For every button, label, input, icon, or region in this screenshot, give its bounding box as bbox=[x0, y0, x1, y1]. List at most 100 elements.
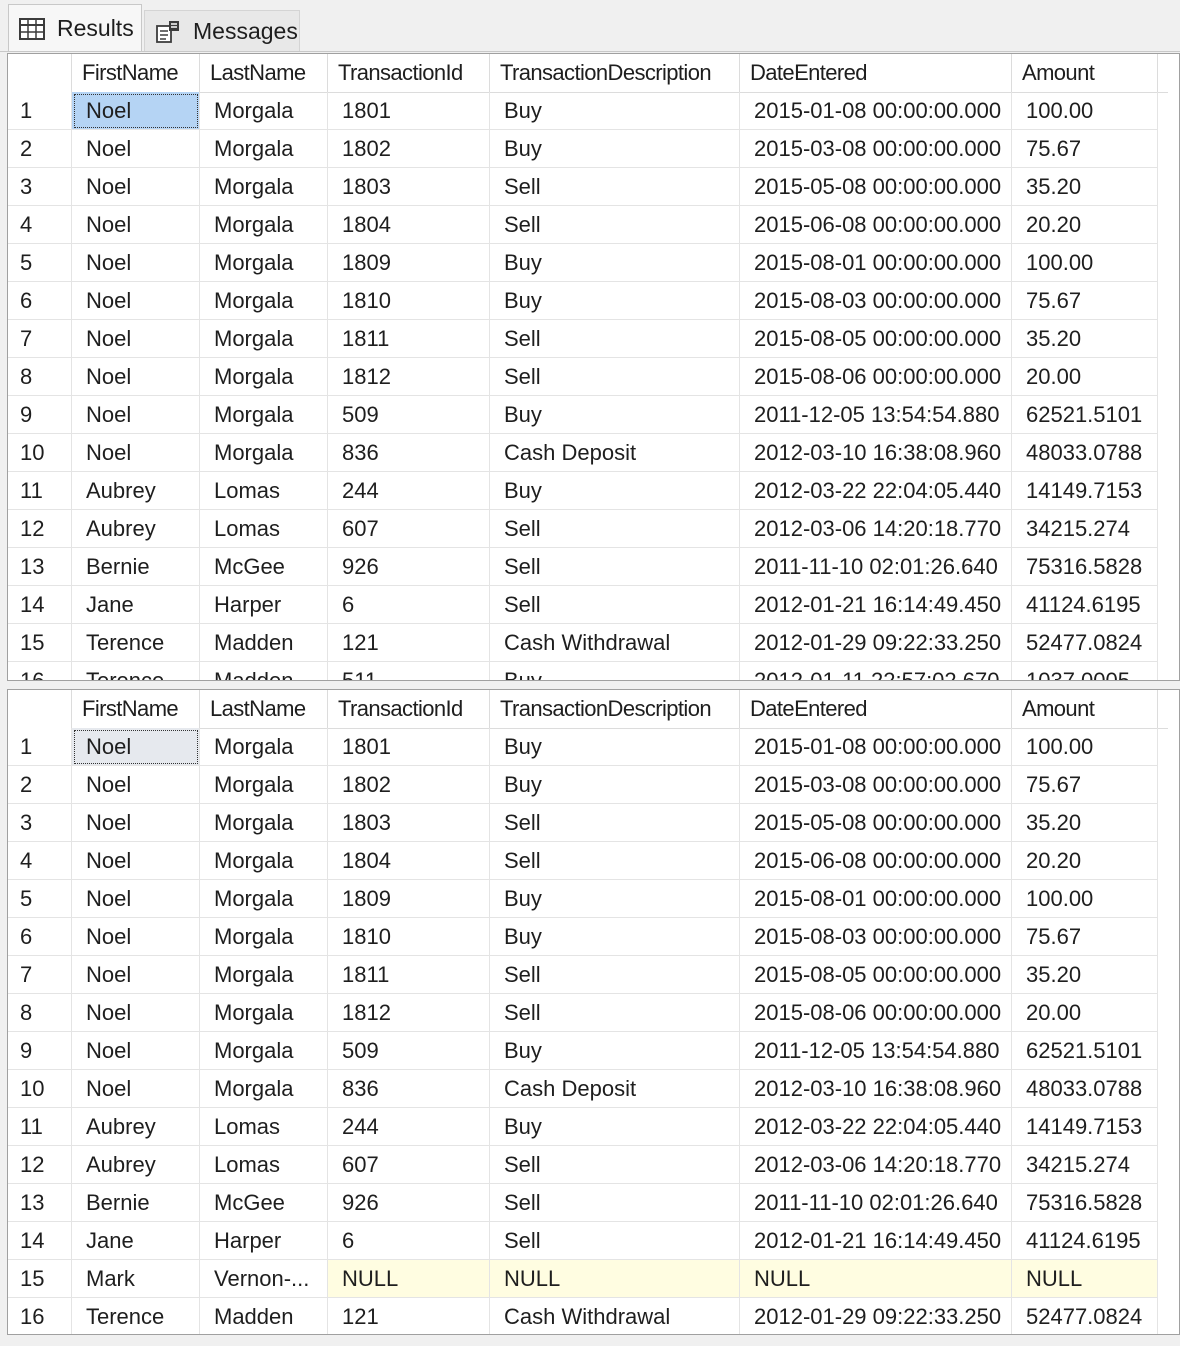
first-name-cell[interactable]: Noel bbox=[72, 320, 200, 358]
last-name-cell[interactable]: Morgala bbox=[200, 358, 328, 396]
last-name-cell[interactable]: Lomas bbox=[200, 510, 328, 548]
table-row[interactable]: 15 Terence Madden 121 Cash Withdrawal 2012-01… bbox=[8, 624, 1158, 662]
transaction-description-cell[interactable]: Buy bbox=[490, 396, 740, 434]
row-number-cell[interactable]: 13 bbox=[8, 1184, 72, 1222]
transaction-description-header[interactable]: TransactionDescription bbox=[490, 690, 740, 728]
table-row[interactable]: 4 Noel Morgala 1804 Sell 2015-06-08 00:00:00.… bbox=[8, 206, 1158, 244]
transaction-id-cell[interactable]: 244 bbox=[328, 472, 490, 510]
table-row[interactable]: 1 Noel Morgala 1801 Buy 2015-01-08 00:00:00.0… bbox=[8, 92, 1158, 130]
table-row[interactable]: 6 Noel Morgala 1810 Buy 2015-08-03 00:00:00.0… bbox=[8, 282, 1158, 320]
date-entered-cell[interactable]: 2012-01-21 16:14:49.450 bbox=[740, 1222, 1012, 1260]
amount-cell[interactable]: 100.00 bbox=[1012, 880, 1158, 918]
amount-cell[interactable]: NULL bbox=[1012, 1260, 1158, 1298]
transaction-description-cell[interactable]: NULL bbox=[490, 1260, 740, 1298]
last-name-cell[interactable]: Vernon-... bbox=[200, 1260, 328, 1298]
transaction-id-cell[interactable]: 1809 bbox=[328, 244, 490, 282]
date-entered-cell[interactable]: 2011-12-05 13:54:54.880 bbox=[740, 396, 1012, 434]
row-number-cell[interactable]: 12 bbox=[8, 1146, 72, 1184]
date-entered-cell[interactable]: 2015-08-03 00:00:00.000 bbox=[740, 282, 1012, 320]
date-entered-cell[interactable]: 2012-03-10 16:38:08.960 bbox=[740, 1070, 1012, 1108]
transaction-id-cell[interactable]: NULL bbox=[328, 1260, 490, 1298]
last-name-cell[interactable]: Morgala bbox=[200, 434, 328, 472]
last-name-cell[interactable]: Madden bbox=[200, 662, 328, 680]
row-number-cell[interactable]: 15 bbox=[8, 1260, 72, 1298]
last-name-cell[interactable]: Morgala bbox=[200, 92, 328, 130]
first-name-cell[interactable]: Noel bbox=[72, 728, 200, 766]
last-name-cell[interactable]: McGee bbox=[200, 548, 328, 586]
date-entered-cell[interactable]: NULL bbox=[740, 1260, 1012, 1298]
table-row[interactable]: 3 Noel Morgala 1803 Sell 2015-05-08 00:00:00.… bbox=[8, 168, 1158, 206]
row-number-cell[interactable]: 11 bbox=[8, 1108, 72, 1146]
transaction-id-header[interactable]: TransactionId bbox=[328, 54, 490, 92]
table-row[interactable]: 12 Aubrey Lomas 607 Sell 2012-03-06 14:20:18.… bbox=[8, 510, 1158, 548]
first-name-cell[interactable]: Aubrey bbox=[72, 510, 200, 548]
amount-cell[interactable]: 20.00 bbox=[1012, 994, 1158, 1032]
row-number-cell[interactable]: 1 bbox=[8, 728, 72, 766]
last-name-cell[interactable]: Morgala bbox=[200, 1032, 328, 1070]
transaction-id-cell[interactable]: 1810 bbox=[328, 282, 490, 320]
last-name-cell[interactable]: Morgala bbox=[200, 766, 328, 804]
amount-cell[interactable]: 35.20 bbox=[1012, 956, 1158, 994]
transaction-id-cell[interactable]: 1801 bbox=[328, 728, 490, 766]
first-name-cell[interactable]: Terence bbox=[72, 1298, 200, 1334]
amount-cell[interactable]: 14149.7153 bbox=[1012, 1108, 1158, 1146]
row-number-cell[interactable]: 5 bbox=[8, 244, 72, 282]
row-number-cell[interactable]: 2 bbox=[8, 766, 72, 804]
first-name-cell[interactable]: Noel bbox=[72, 130, 200, 168]
last-name-cell[interactable]: Morgala bbox=[200, 880, 328, 918]
results-grid-1[interactable]: FirstName LastName TransactionId Transactio… bbox=[7, 53, 1180, 681]
table-row[interactable]: 16 Terence Madden 511 Buy 2012-01-11 22:57:02… bbox=[8, 662, 1158, 680]
transaction-id-cell[interactable]: 926 bbox=[328, 548, 490, 586]
transaction-id-cell[interactable]: 121 bbox=[328, 624, 490, 662]
table-row[interactable]: 5 Noel Morgala 1809 Buy 2015-08-01 00:00:00.0… bbox=[8, 880, 1158, 918]
transaction-id-header[interactable]: TransactionId bbox=[328, 690, 490, 728]
table-row[interactable]: 12 Aubrey Lomas 607 Sell 2012-03-06 14:20:18.… bbox=[8, 1146, 1158, 1184]
transaction-description-cell[interactable]: Buy bbox=[490, 244, 740, 282]
amount-cell[interactable]: 14149.7153 bbox=[1012, 472, 1158, 510]
amount-cell[interactable]: 34215.274 bbox=[1012, 510, 1158, 548]
first-name-cell[interactable]: Noel bbox=[72, 956, 200, 994]
date-entered-cell[interactable]: 2015-05-08 00:00:00.000 bbox=[740, 168, 1012, 206]
table-row[interactable]: 8 Noel Morgala 1812 Sell 2015-08-06 00:00:00.… bbox=[8, 358, 1158, 396]
first-name-cell[interactable]: Noel bbox=[72, 918, 200, 956]
transaction-id-cell[interactable]: 6 bbox=[328, 1222, 490, 1260]
tab-messages[interactable]: Messages bbox=[144, 10, 300, 52]
first-name-cell[interactable]: Noel bbox=[72, 358, 200, 396]
transaction-id-cell[interactable]: 509 bbox=[328, 396, 490, 434]
first-name-cell[interactable]: Jane bbox=[72, 1222, 200, 1260]
row-number-cell[interactable]: 16 bbox=[8, 662, 72, 680]
transaction-id-cell[interactable]: 1802 bbox=[328, 766, 490, 804]
table-row[interactable]: 10 Noel Morgala 836 Cash Deposit 2012-03-10 1… bbox=[8, 434, 1158, 472]
first-name-header[interactable]: FirstName bbox=[72, 54, 200, 92]
first-name-cell[interactable]: Terence bbox=[72, 624, 200, 662]
last-name-cell[interactable]: Lomas bbox=[200, 1108, 328, 1146]
amount-cell[interactable]: 75.67 bbox=[1012, 918, 1158, 956]
row-number-cell[interactable]: 13 bbox=[8, 548, 72, 586]
transaction-id-cell[interactable]: 1801 bbox=[328, 92, 490, 130]
last-name-cell[interactable]: Morgala bbox=[200, 728, 328, 766]
date-entered-cell[interactable]: 2015-03-08 00:00:00.000 bbox=[740, 130, 1012, 168]
transaction-description-cell[interactable]: Sell bbox=[490, 1222, 740, 1260]
first-name-cell[interactable]: Noel bbox=[72, 244, 200, 282]
transaction-description-cell[interactable]: Sell bbox=[490, 206, 740, 244]
last-name-cell[interactable]: Morgala bbox=[200, 396, 328, 434]
first-name-header[interactable]: FirstName bbox=[72, 690, 200, 728]
last-name-cell[interactable]: Madden bbox=[200, 1298, 328, 1334]
first-name-cell[interactable]: Noel bbox=[72, 206, 200, 244]
transaction-id-cell[interactable]: 1803 bbox=[328, 168, 490, 206]
table-row[interactable]: 3 Noel Morgala 1803 Sell 2015-05-08 00:00:00.… bbox=[8, 804, 1158, 842]
first-name-cell[interactable]: Bernie bbox=[72, 548, 200, 586]
last-name-cell[interactable]: Morgala bbox=[200, 956, 328, 994]
date-entered-cell[interactable]: 2015-01-08 00:00:00.000 bbox=[740, 728, 1012, 766]
amount-cell[interactable]: 62521.5101 bbox=[1012, 1032, 1158, 1070]
transaction-description-cell[interactable]: Buy bbox=[490, 766, 740, 804]
amount-cell[interactable]: 41124.6195 bbox=[1012, 586, 1158, 624]
last-name-cell[interactable]: Harper bbox=[200, 586, 328, 624]
first-name-cell[interactable]: Noel bbox=[72, 842, 200, 880]
row-number-cell[interactable]: 5 bbox=[8, 880, 72, 918]
transaction-description-cell[interactable]: Cash Deposit bbox=[490, 434, 740, 472]
table-row[interactable]: 5 Noel Morgala 1809 Buy 2015-08-01 00:00:00.0… bbox=[8, 244, 1158, 282]
transaction-description-cell[interactable]: Sell bbox=[490, 586, 740, 624]
row-number-cell[interactable]: 3 bbox=[8, 168, 72, 206]
transaction-id-cell[interactable]: 1812 bbox=[328, 358, 490, 396]
